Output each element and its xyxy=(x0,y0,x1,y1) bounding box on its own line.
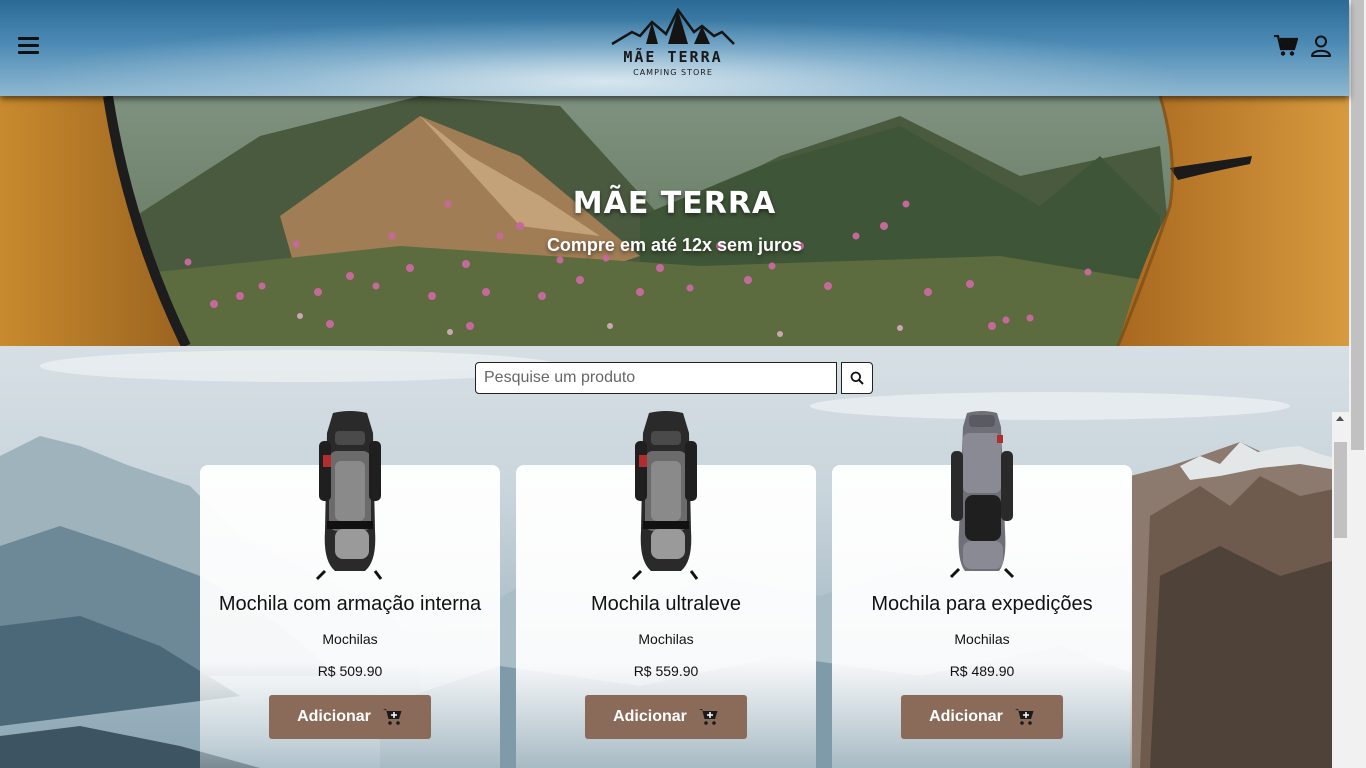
products-scrollbar-thumb[interactable] xyxy=(1334,442,1347,538)
product-category: Mochilas xyxy=(322,631,378,647)
site-header: MÃE TERRA CAMPING STORE xyxy=(0,0,1349,96)
hero-title: MÃE TERRA xyxy=(572,186,777,221)
product-name[interactable]: Mochila com armação interna xyxy=(200,593,500,616)
backpack-image xyxy=(315,411,383,581)
product-price: R$ 559.90 xyxy=(633,663,699,679)
hamburger-menu-icon[interactable] xyxy=(18,37,39,55)
product-name[interactable]: Mochila ultraleve xyxy=(516,593,816,616)
logo-subtitle: CAMPING STORE xyxy=(633,68,713,77)
shopping-cart-icon[interactable] xyxy=(1274,34,1299,57)
add-to-cart-button[interactable]: Adicionar xyxy=(901,695,1063,739)
page-scrollbar[interactable] xyxy=(1349,0,1366,768)
mountain-logo-icon xyxy=(611,8,735,46)
hero-background-image xyxy=(0,96,1349,346)
add-button-label: Adicionar xyxy=(297,708,371,725)
product-card: Mochila ultraleve Mochilas R$ 559.90 Adi… xyxy=(516,411,816,768)
logo-title: MÃE TERRA xyxy=(623,48,723,66)
page-scrollbar-thumb[interactable] xyxy=(1351,0,1364,450)
add-to-cart-button[interactable]: Adicionar xyxy=(269,695,431,739)
product-price: R$ 489.90 xyxy=(949,663,1015,679)
store-logo[interactable]: MÃE TERRA CAMPING STORE xyxy=(608,8,738,88)
add-button-label: Adicionar xyxy=(929,708,1003,725)
products-section: Mochila com armação interna Mochilas R$ … xyxy=(0,346,1349,768)
product-name[interactable]: Mochila para expedições xyxy=(832,593,1132,616)
backpack-image xyxy=(949,411,1015,579)
hero-banner: MÃE TERRA Compre em até 12x sem juros xyxy=(0,96,1349,346)
product-card: Mochila com armação interna Mochilas R$ … xyxy=(200,411,500,768)
product-category: Mochilas xyxy=(638,631,694,647)
cart-plus-icon xyxy=(1014,709,1034,725)
user-icon[interactable] xyxy=(1310,35,1332,57)
search-icon xyxy=(850,371,864,385)
cart-plus-icon xyxy=(698,709,718,725)
backpack-image xyxy=(631,411,699,581)
search-bar xyxy=(475,362,875,396)
cart-plus-icon xyxy=(382,709,402,725)
search-button[interactable] xyxy=(841,362,873,394)
hero-subtitle: Compre em até 12x sem juros xyxy=(546,235,803,255)
add-to-cart-button[interactable]: Adicionar xyxy=(585,695,747,739)
search-input[interactable] xyxy=(475,362,837,394)
product-category: Mochilas xyxy=(954,631,1010,647)
products-scrollbar[interactable] xyxy=(1332,412,1349,768)
scroll-up-arrow-icon[interactable] xyxy=(1336,416,1344,421)
add-button-label: Adicionar xyxy=(613,708,687,725)
product-price: R$ 509.90 xyxy=(317,663,383,679)
product-card: Mochila para expedições Mochilas R$ 489.… xyxy=(832,411,1132,768)
